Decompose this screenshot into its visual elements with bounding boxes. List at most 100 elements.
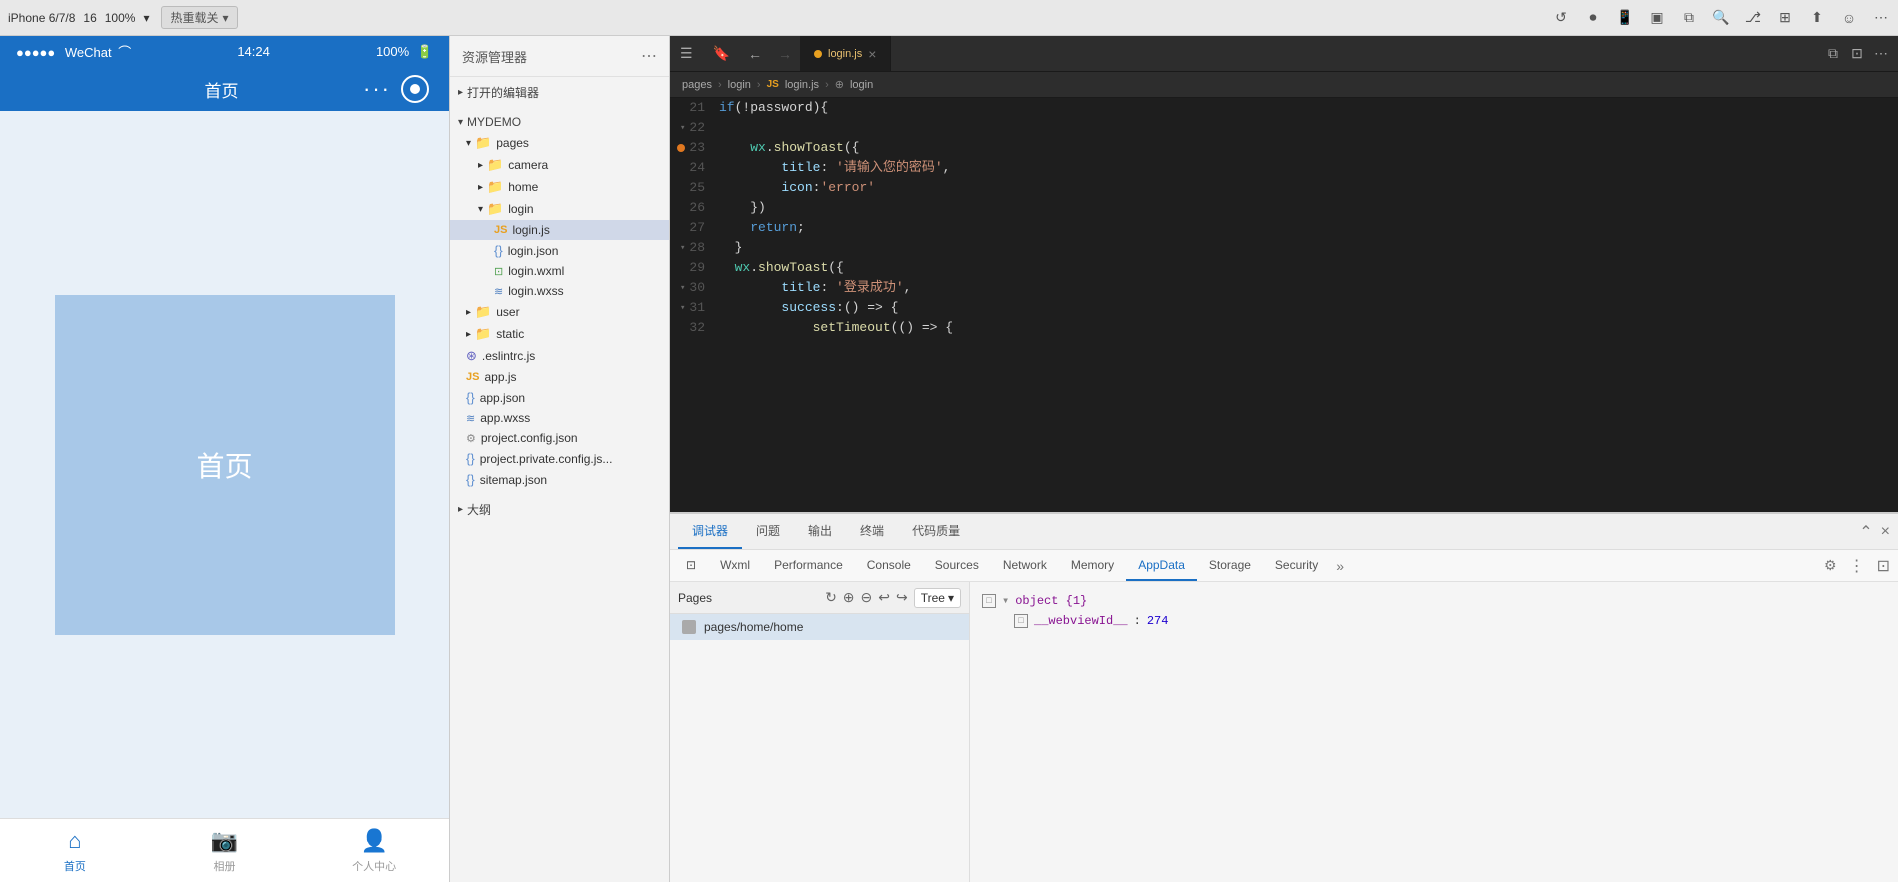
- chevron-down-icon[interactable]: ▾: [143, 11, 149, 25]
- undo-icon[interactable]: ↩: [878, 589, 890, 606]
- devtools-tab-problems[interactable]: 问题: [742, 514, 794, 549]
- devtools-subtab-network[interactable]: Network: [991, 550, 1059, 581]
- tree-colon: :: [1134, 614, 1141, 628]
- collapse-all-icon[interactable]: ⊖: [861, 589, 873, 606]
- folder-camera[interactable]: 📁 camera: [450, 154, 669, 176]
- split-view-icon[interactable]: ⧉: [1824, 45, 1842, 63]
- code-line-30: ▾ 30 title: '登录成功',: [670, 278, 1898, 298]
- minimize-icon[interactable]: ⌃: [1859, 522, 1872, 542]
- file-projectprivate[interactable]: {} project.private.config.js...: [450, 448, 669, 469]
- expand-all-icon[interactable]: ⊕: [843, 589, 855, 606]
- code-line-32: 32 setTimeout(() => {: [670, 318, 1898, 338]
- windows-icon[interactable]: ▣: [1648, 9, 1666, 27]
- devtools-subtab-security[interactable]: Security: [1263, 550, 1330, 581]
- nav-dots-icon[interactable]: ···: [363, 76, 391, 102]
- editor-tab-loginjs[interactable]: login.js ×: [800, 36, 891, 71]
- devtools-tab-terminal[interactable]: 终端: [846, 514, 898, 549]
- tree-expand-arrow[interactable]: ▾: [1002, 593, 1009, 608]
- file-projectconfig[interactable]: ⚙ project.config.json: [450, 428, 669, 448]
- subtabs-more-icon[interactable]: »: [1330, 558, 1350, 574]
- record-icon[interactable]: ⏺: [1584, 9, 1602, 27]
- tab-close-button[interactable]: ×: [868, 46, 876, 62]
- line-content-28: }: [715, 238, 1898, 258]
- expand-icon[interactable]: ⊡: [1873, 556, 1894, 576]
- devtools-tab-codequality[interactable]: 代码质量: [898, 514, 974, 549]
- file-appjs[interactable]: JS app.js: [450, 367, 669, 387]
- file-login-json[interactable]: {} login.json: [450, 240, 669, 261]
- folder-home[interactable]: 📁 home: [450, 176, 669, 198]
- kebab-menu-icon[interactable]: ⋮: [1845, 556, 1869, 576]
- git-icon[interactable]: ⎇: [1744, 9, 1762, 27]
- devtools-sub-tabs: ⊡ Wxml Performance Console Sources Netwo…: [670, 550, 1898, 582]
- devtools-subtab-storage[interactable]: Storage: [1197, 550, 1263, 581]
- devtools-subtab-selector[interactable]: ⊡: [674, 550, 708, 581]
- redo-icon[interactable]: ↪: [896, 589, 908, 606]
- fold-28[interactable]: ▾: [680, 238, 685, 258]
- maximize-icon[interactable]: ⊡: [1848, 45, 1866, 63]
- bookmark-icon[interactable]: 🔖: [703, 45, 740, 62]
- line-num-25: 25: [670, 178, 715, 198]
- tree-webviewid-key: __webviewId__: [1034, 614, 1128, 628]
- file-panel-more-icon[interactable]: ⋯: [641, 46, 657, 66]
- forward-icon[interactable]: →: [770, 46, 800, 62]
- tree-expand-icon[interactable]: □: [982, 594, 996, 608]
- grid-icon[interactable]: ⊞: [1776, 9, 1794, 27]
- ellipsis-icon[interactable]: ⋯: [1872, 45, 1890, 63]
- wxss-icon: ≋: [466, 412, 475, 425]
- copy-icon[interactable]: ⧉: [1680, 9, 1698, 27]
- file-login-wxss[interactable]: ≋ login.wxss: [450, 281, 669, 301]
- devtools-data-panel: □ ▾ object {1} □ __webviewId__ : 274: [970, 582, 1898, 882]
- tab-camera-label: 相册: [214, 858, 236, 874]
- devtools-subtab-appdata[interactable]: AppData: [1126, 550, 1197, 581]
- devtools-subtab-wxml[interactable]: Wxml: [708, 550, 762, 581]
- file-appwxss[interactable]: ≋ app.wxss: [450, 408, 669, 428]
- avatar-icon[interactable]: ☺: [1840, 9, 1858, 27]
- refresh-icon[interactable]: ↺: [1552, 9, 1570, 27]
- devtools-close-icon[interactable]: ×: [1881, 523, 1890, 541]
- tab-camera[interactable]: 📷 相册: [150, 828, 300, 874]
- security-label: Security: [1275, 558, 1318, 572]
- upload-icon[interactable]: ⬆: [1808, 9, 1826, 27]
- devtools-subtab-performance[interactable]: Performance: [762, 550, 855, 581]
- search-icon[interactable]: 🔍: [1712, 9, 1730, 27]
- fold-22[interactable]: ▾: [680, 118, 685, 138]
- login-json-label: login.json: [508, 244, 559, 258]
- code-area[interactable]: 21 if(!password){ ▾ 22 23: [670, 98, 1898, 512]
- tab-profile[interactable]: 👤 个人中心: [299, 828, 449, 874]
- devtools-tab-output[interactable]: 输出: [794, 514, 846, 549]
- tree-webviewid-icon[interactable]: □: [1014, 614, 1028, 628]
- devtools-tab-debugger[interactable]: 调试器: [678, 514, 742, 549]
- mydemo-label: MYDEMO: [467, 115, 521, 129]
- fold-30[interactable]: ▾: [680, 278, 685, 298]
- file-login-js[interactable]: JS login.js: [450, 220, 669, 240]
- folder-login[interactable]: 📁 login: [450, 198, 669, 220]
- devtools-main-tabs: 调试器 问题 输出 终端 代码质量 ⌃ ×: [670, 514, 1898, 550]
- file-appjson[interactable]: {} app.json: [450, 387, 669, 408]
- hot-reload-button[interactable]: 热重载关 ▾: [161, 6, 237, 29]
- outline-header[interactable]: 大纲: [450, 498, 669, 521]
- mydemo-header[interactable]: MYDEMO: [450, 112, 669, 132]
- file-eslintrc[interactable]: ⊛ .eslintrc.js: [450, 345, 669, 367]
- settings-icon[interactable]: ⚙: [1820, 557, 1841, 574]
- pages-list-item-home[interactable]: pages/home/home: [670, 614, 969, 640]
- refresh-pages-icon[interactable]: ↻: [825, 589, 837, 606]
- tree-dropdown[interactable]: Tree ▾: [914, 588, 961, 608]
- nav-record-button[interactable]: [401, 75, 429, 103]
- folder-user[interactable]: 📁 user: [450, 301, 669, 323]
- pages-arrow: [466, 138, 471, 149]
- file-sitemap[interactable]: {} sitemap.json: [450, 469, 669, 490]
- devtools-subtab-memory[interactable]: Memory: [1059, 550, 1126, 581]
- tab-home[interactable]: ⌂ 首页: [0, 828, 150, 874]
- fold-31[interactable]: ▾: [680, 298, 685, 318]
- more-icon[interactable]: ⋯: [1872, 9, 1890, 27]
- folder-pages[interactable]: 📁 pages: [450, 132, 669, 154]
- file-login-wxml[interactable]: ⊡ login.wxml: [450, 261, 669, 281]
- devtools-subtab-console[interactable]: Console: [855, 550, 923, 581]
- device-icon[interactable]: 📱: [1616, 9, 1634, 27]
- hamburger-icon[interactable]: ☰: [670, 45, 703, 62]
- back-icon[interactable]: ←: [740, 46, 770, 62]
- folder-static[interactable]: 📁 static: [450, 323, 669, 345]
- open-editors-header[interactable]: 打开的编辑器: [450, 81, 669, 104]
- camera-label: camera: [508, 158, 548, 172]
- devtools-subtab-sources[interactable]: Sources: [923, 550, 991, 581]
